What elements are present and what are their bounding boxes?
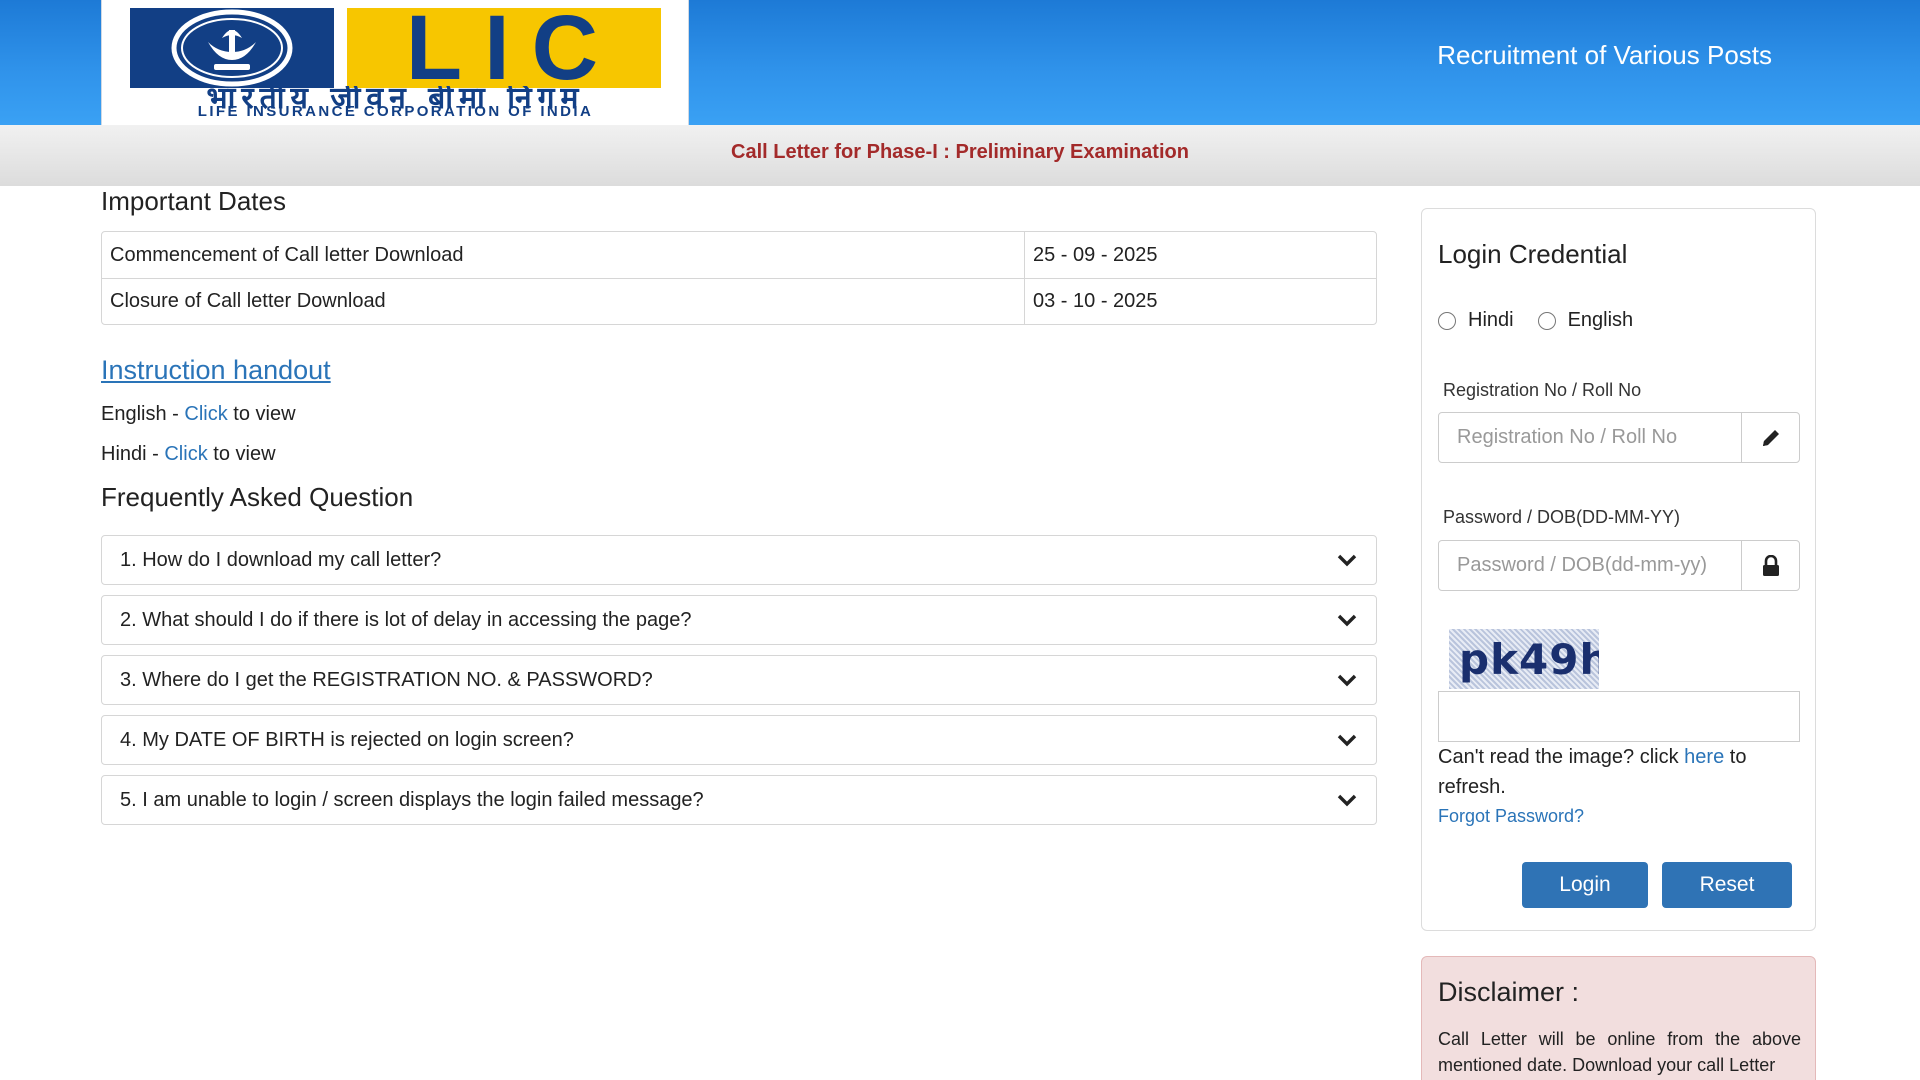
important-dates-title: Important Dates bbox=[101, 186, 286, 216]
logo-english-text: LIFE INSURANCE CORPORATION OF INDIA bbox=[197, 103, 594, 120]
lang-option-english[interactable]: English bbox=[1537, 309, 1634, 332]
chevron-down-icon bbox=[1337, 614, 1357, 627]
view-suffix: to view bbox=[227, 403, 296, 425]
forgot-password-link[interactable]: Forgot Password? bbox=[1438, 806, 1584, 827]
lock-addon bbox=[1742, 541, 1799, 590]
captcha-refresh-text: Can't read the image? click here to refr… bbox=[1438, 742, 1808, 802]
header-title: Recruitment of Various Posts bbox=[1437, 40, 1772, 70]
faq-accordion: 1. How do I download my call letter? 2. … bbox=[101, 535, 1377, 825]
english-prefix: English - bbox=[101, 403, 185, 425]
chevron-down-icon bbox=[1337, 794, 1357, 807]
chevron-down-icon bbox=[1337, 734, 1357, 747]
subheader-bar: Call Letter for Phase-I : Preliminary Ex… bbox=[0, 125, 1920, 186]
english-click-link[interactable]: Click bbox=[184, 403, 227, 425]
view-suffix: to view bbox=[207, 443, 276, 465]
instruction-handout-link[interactable]: Instruction handout bbox=[101, 355, 331, 386]
pencil-icon bbox=[1762, 429, 1779, 446]
reset-button[interactable]: Reset bbox=[1662, 862, 1792, 908]
faq-title: Frequently Asked Question bbox=[101, 482, 414, 512]
login-title: Login Credential bbox=[1438, 239, 1628, 269]
lang-option-hindi[interactable]: Hindi bbox=[1438, 309, 1514, 332]
disclaimer-title: Disclaimer : bbox=[1438, 977, 1580, 1007]
faq-question: 1. How do I download my call letter? bbox=[120, 548, 442, 571]
disclaimer-panel: Disclaimer : Call Letter will be online … bbox=[1421, 956, 1816, 1080]
lic-logo[interactable]: LIC भारतीय जीवन बीमा निगम LIFE INSURANCE… bbox=[101, 0, 689, 125]
password-label: Password / DOB(DD-MM-YY) bbox=[1443, 507, 1681, 527]
faq-item-2[interactable]: 2. What should I do if there is lot of d… bbox=[101, 595, 1377, 645]
password-input[interactable] bbox=[1439, 541, 1742, 590]
cant-read-prefix: Can't read the image? click bbox=[1438, 746, 1685, 768]
password-input-group bbox=[1438, 540, 1800, 591]
hindi-radio[interactable] bbox=[1438, 311, 1456, 330]
language-selector: Hindi English bbox=[1438, 309, 1657, 332]
login-panel: Login Credential Hindi English Registrat… bbox=[1421, 208, 1816, 931]
faq-question: 4. My DATE OF BIRTH is rejected on login… bbox=[120, 728, 574, 751]
english-radio[interactable] bbox=[1537, 311, 1556, 330]
table-row: Commencement of Call letter Download 25 … bbox=[102, 232, 1376, 278]
faq-item-4[interactable]: 4. My DATE OF BIRTH is rejected on login… bbox=[101, 715, 1377, 765]
faq-item-3[interactable]: 3. Where do I get the REGISTRATION NO. &… bbox=[101, 655, 1377, 705]
hindi-click-link[interactable]: Click bbox=[164, 443, 207, 465]
login-button[interactable]: Login bbox=[1522, 862, 1648, 908]
registration-input-group bbox=[1438, 412, 1800, 463]
chevron-down-icon bbox=[1337, 554, 1357, 567]
lock-icon bbox=[1762, 554, 1779, 576]
date-value: 03 - 10 - 2025 bbox=[1033, 290, 1158, 312]
faq-item-5[interactable]: 5. I am unable to login / screen display… bbox=[101, 775, 1377, 825]
faq-question: 5. I am unable to login / screen display… bbox=[120, 788, 704, 811]
lic-wordmark-text: LIC bbox=[405, 0, 621, 99]
chevron-down-icon bbox=[1337, 674, 1357, 687]
hindi-label: Hindi bbox=[1468, 309, 1514, 331]
disclaimer-text: Call Letter will be online from the abov… bbox=[1438, 1029, 1801, 1075]
faq-question: 2. What should I do if there is lot of d… bbox=[120, 608, 692, 631]
captcha-text: pk49h bbox=[1459, 635, 1599, 684]
captcha-refresh-link[interactable]: here bbox=[1684, 746, 1724, 768]
faq-item-1[interactable]: 1. How do I download my call letter? bbox=[101, 535, 1377, 585]
hindi-view-line: Hindi - Click to view bbox=[101, 443, 1377, 466]
main-content: Important Dates Commencement of Call let… bbox=[101, 186, 1377, 835]
captcha-image: pk49h bbox=[1449, 629, 1599, 689]
registration-label: Registration No / Roll No bbox=[1443, 380, 1642, 400]
hindi-prefix: Hindi - bbox=[101, 443, 165, 465]
lic-emblem-icon bbox=[130, 8, 334, 88]
registration-input[interactable] bbox=[1439, 413, 1742, 462]
faq-question: 3. Where do I get the REGISTRATION NO. &… bbox=[120, 668, 653, 691]
lic-wordmark: LIC bbox=[347, 2, 661, 94]
date-value: 25 - 09 - 2025 bbox=[1033, 243, 1158, 266]
table-row: Closure of Call letter Download 03 - 10 … bbox=[102, 278, 1376, 324]
date-label: Closure of Call letter Download bbox=[102, 279, 1025, 324]
captcha-input[interactable] bbox=[1438, 691, 1800, 742]
pencil-addon bbox=[1742, 413, 1799, 462]
page-header: LIC भारतीय जीवन बीमा निगम LIFE INSURANCE… bbox=[0, 0, 1920, 125]
date-label: Commencement of Call letter Download bbox=[102, 232, 1025, 278]
english-label: English bbox=[1567, 309, 1634, 331]
important-dates-table: Commencement of Call letter Download 25 … bbox=[101, 231, 1377, 325]
english-view-line: English - Click to view bbox=[101, 403, 1377, 426]
page-subtitle: Call Letter for Phase-I : Preliminary Ex… bbox=[731, 141, 1189, 163]
